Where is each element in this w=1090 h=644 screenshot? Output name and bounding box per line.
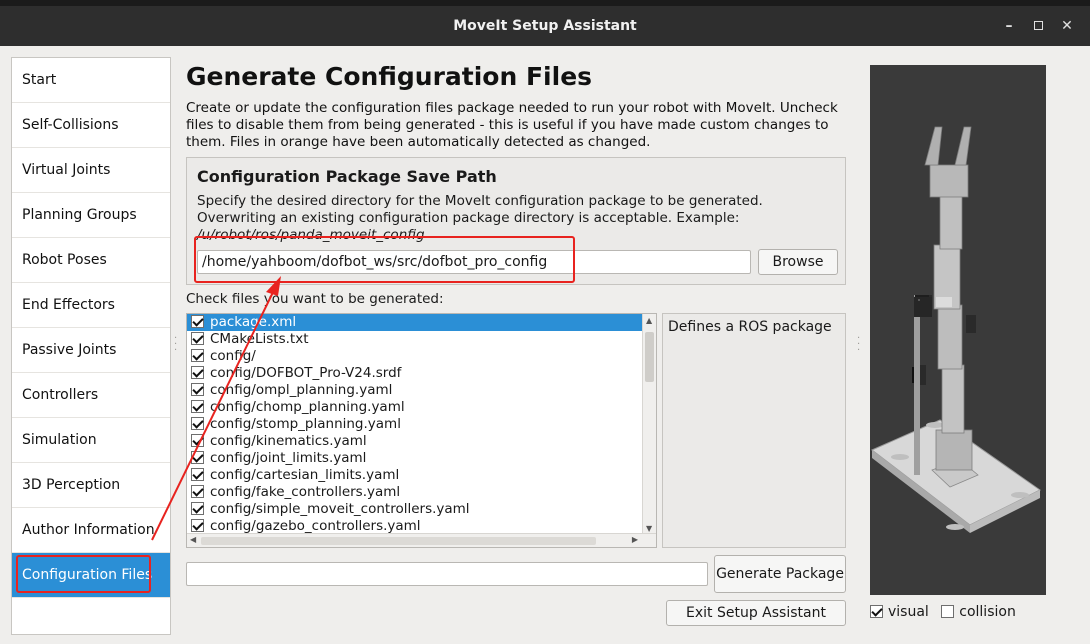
file-list-vertical-scrollbar[interactable]: ▲ ▼ [642,314,656,535]
file-name: config/ [210,348,256,364]
browse-button[interactable]: Browse [758,249,838,275]
collision-label: collision [959,604,1016,620]
save-path-description-text: Specify the desired directory for the Mo… [197,193,763,226]
scroll-up-icon[interactable]: ▲ [646,316,652,325]
robot-3d-viewport[interactable] [870,65,1046,595]
file-checkbox[interactable] [191,382,204,396]
visual-toggle[interactable]: visual [870,604,929,620]
scroll-down-icon[interactable]: ▼ [646,524,652,533]
sidebar-item-simulation[interactable]: Simulation [12,418,170,463]
file-row[interactable]: config/ [187,348,642,365]
file-list-horizontal-scrollbar[interactable]: ◀ ▶ [187,533,656,547]
splitter-handle-right-icon[interactable]: · · · [857,334,860,356]
annotation-highlight-path [194,236,575,283]
file-checkbox[interactable] [191,399,204,413]
exit-setup-assistant-button[interactable]: Exit Setup Assistant [666,600,846,626]
collision-checkbox[interactable] [941,604,955,618]
minimize-icon[interactable]: – [998,16,1020,36]
file-row[interactable]: config/chomp_planning.yaml [187,399,642,416]
scroll-right-icon[interactable]: ▶ [632,535,638,544]
viewer-options: visual collision [870,604,1024,620]
sidebar-item-end-effectors[interactable]: End Effectors [12,283,170,328]
file-name: CMakeLists.txt [210,331,309,347]
file-checkbox[interactable] [191,365,204,379]
scroll-left-icon[interactable]: ◀ [190,535,196,544]
page-title: Generate Configuration Files [186,62,593,91]
splitter-handle-left-icon[interactable]: · · · [174,334,177,356]
collision-toggle[interactable]: collision [941,604,1016,620]
window-titlebar: MoveIt Setup Assistant – ✕ [0,6,1090,46]
sidebar-item-controllers[interactable]: Controllers [12,373,170,418]
file-name: config/gazebo_controllers.yaml [210,518,421,534]
file-checkbox[interactable] [191,416,204,430]
file-checkbox[interactable] [191,501,204,515]
file-name: config/joint_limits.yaml [210,450,367,466]
file-checkbox[interactable] [191,467,204,481]
file-description-text: Defines a ROS package [668,319,832,335]
window-title: MoveIt Setup Assistant [453,18,637,34]
horizontal-scroll-thumb[interactable] [201,537,596,545]
file-row[interactable]: config/cartesian_limits.yaml [187,467,642,484]
file-checkbox[interactable] [191,314,204,328]
sidebar-item-author-information[interactable]: Author Information [12,508,170,553]
file-checkbox[interactable] [191,348,204,362]
robot-model-render [871,126,1041,533]
file-name: config/stomp_planning.yaml [210,416,401,432]
sidebar-item-3d-perception[interactable]: 3D Perception [12,463,170,508]
sidebar-nav: Start Self-Collisions Virtual Joints Pla… [11,57,171,635]
file-checkbox[interactable] [191,331,204,345]
file-name: config/chomp_planning.yaml [210,399,405,415]
file-description-panel: Defines a ROS package [662,313,846,548]
vertical-scroll-thumb[interactable] [645,332,654,382]
file-name: config/kinematics.yaml [210,433,367,449]
sidebar-item-self-collisions[interactable]: Self-Collisions [12,103,170,148]
file-row[interactable]: config/fake_controllers.yaml [187,484,642,501]
file-name: config/cartesian_limits.yaml [210,467,400,483]
file-name: config/DOFBOT_Pro-V24.srdf [210,365,402,381]
file-checkbox[interactable] [191,450,204,464]
file-row[interactable]: CMakeLists.txt [187,331,642,348]
visual-label: visual [888,604,929,620]
file-row[interactable]: package.xml [187,314,642,331]
file-checkbox[interactable] [191,484,204,498]
file-name: config/ompl_planning.yaml [210,382,393,398]
sidebar-item-robot-poses[interactable]: Robot Poses [12,238,170,283]
files-label: Check files you want to be generated: [186,291,444,307]
maximize-icon[interactable] [1027,16,1049,36]
annotation-highlight-sidebar [16,555,151,593]
status-field[interactable] [186,562,708,586]
file-name: package.xml [210,314,297,330]
file-row[interactable]: config/kinematics.yaml [187,433,642,450]
generate-package-button[interactable]: Generate Package [714,555,846,593]
file-name: config/simple_moveit_controllers.yaml [210,501,470,517]
file-row[interactable]: config/stomp_planning.yaml [187,416,642,433]
sidebar-item-virtual-joints[interactable]: Virtual Joints [12,148,170,193]
file-row[interactable]: config/joint_limits.yaml [187,450,642,467]
sidebar-item-start[interactable]: Start [12,58,170,103]
sidebar-item-passive-joints[interactable]: Passive Joints [12,328,170,373]
page-description: Create or update the configuration files… [186,100,838,150]
file-list[interactable]: package.xml CMakeLists.txt config/ confi… [186,313,657,548]
file-row[interactable]: config/ompl_planning.yaml [187,382,642,399]
visual-checkbox[interactable] [870,604,883,618]
sidebar-item-planning-groups[interactable]: Planning Groups [12,193,170,238]
file-row[interactable]: config/simple_moveit_controllers.yaml [187,501,642,518]
file-name: config/fake_controllers.yaml [210,484,401,500]
file-row[interactable]: config/DOFBOT_Pro-V24.srdf [187,365,642,382]
file-checkbox[interactable] [191,518,204,532]
save-path-title: Configuration Package Save Path [197,167,497,186]
file-checkbox[interactable] [191,433,204,447]
close-icon[interactable]: ✕ [1056,16,1078,36]
